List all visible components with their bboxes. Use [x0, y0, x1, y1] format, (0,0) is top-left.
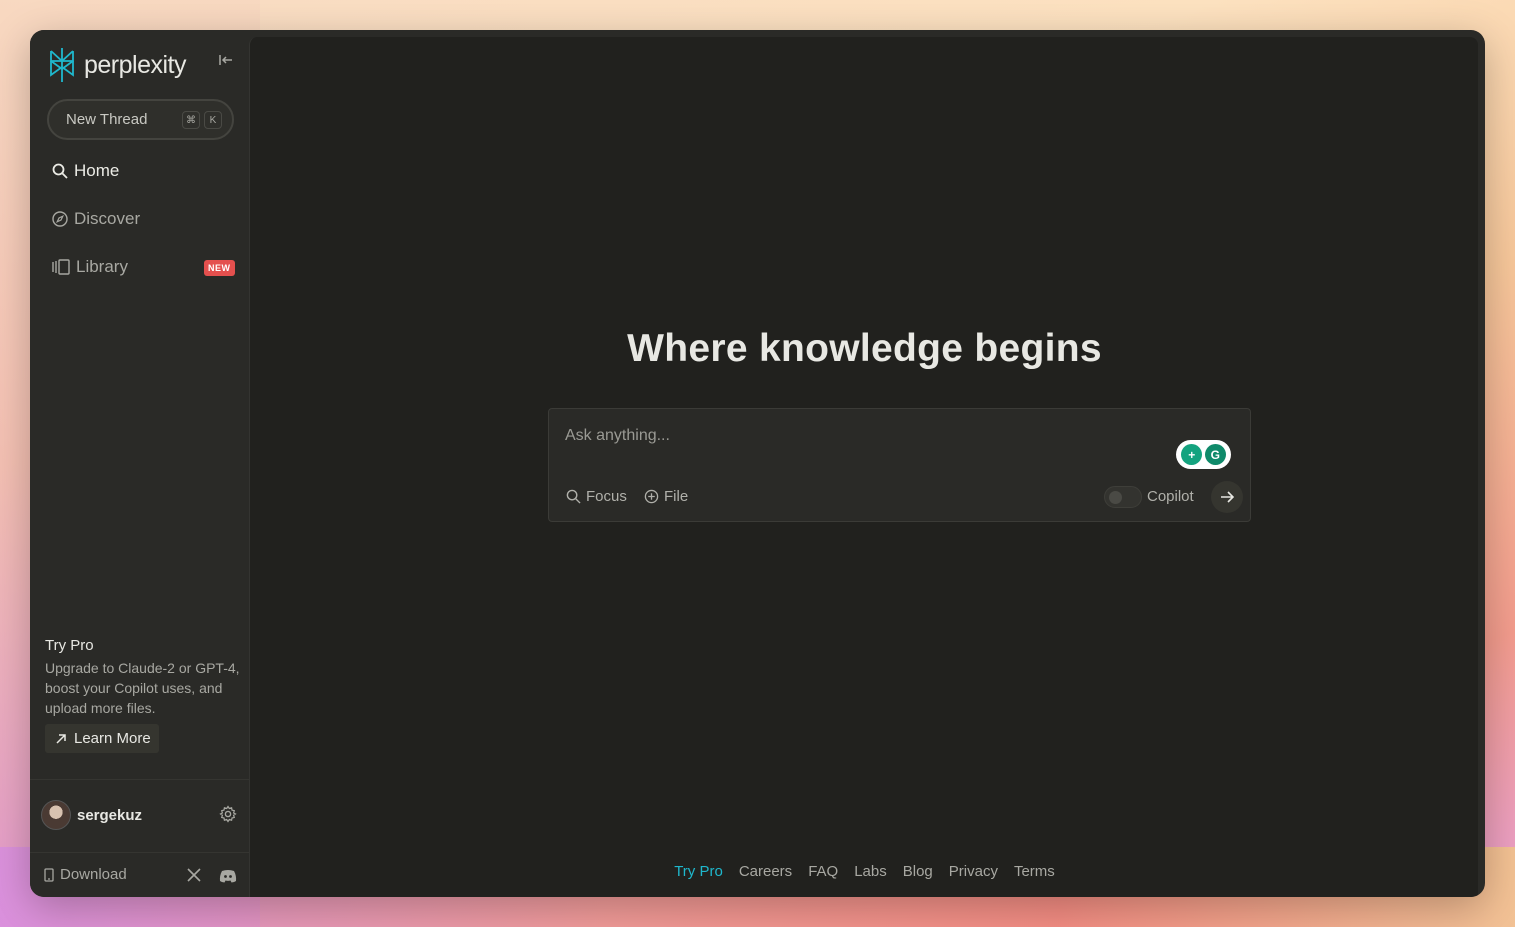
search-input[interactable]: Ask anything...	[565, 427, 670, 445]
grammarly-icon[interactable]: G	[1204, 444, 1226, 465]
footer-links: Try Pro Careers FAQ Labs Blog Privacy Te…	[250, 863, 1479, 880]
collapse-sidebar-button[interactable]	[219, 54, 233, 69]
search-icon	[566, 489, 581, 504]
sidebar-item-discover[interactable]: Discover	[52, 209, 140, 229]
copilot-label: Copilot	[1147, 488, 1194, 505]
footer-link-faq[interactable]: FAQ	[808, 863, 838, 880]
sidebar-item-label: Library	[76, 257, 128, 276]
settings-button[interactable]	[219, 805, 237, 828]
try-pro-promo: Try Pro Upgrade to Claude-2 or GPT-4, bo…	[45, 637, 240, 753]
download-link[interactable]: Download	[44, 866, 127, 883]
discord-icon	[219, 870, 237, 883]
plus-circle-icon	[644, 489, 659, 504]
sidebar-item-label: Home	[74, 161, 120, 180]
perplexity-logo-icon	[50, 48, 74, 82]
discord-link[interactable]	[219, 869, 237, 888]
app-window: perplexity New Thread ⌘ K Home Discover …	[30, 30, 1485, 897]
browser-extension-pill[interactable]: + G	[1176, 440, 1231, 469]
logo[interactable]: perplexity	[48, 47, 187, 83]
sidebar-item-library[interactable]: Library	[52, 257, 128, 277]
learn-more-button[interactable]: Learn More	[45, 724, 159, 753]
extension-icon[interactable]: +	[1181, 444, 1203, 465]
footer-link-privacy[interactable]: Privacy	[949, 863, 998, 880]
arrow-up-right-icon	[56, 733, 66, 744]
footer-link-terms[interactable]: Terms	[1014, 863, 1055, 880]
username: sergekuz	[77, 806, 143, 824]
file-button[interactable]: File	[644, 488, 688, 505]
file-label: File	[664, 488, 689, 505]
promo-title: Try Pro	[45, 637, 94, 654]
page-title: Where knowledge begins	[627, 327, 1102, 370]
divider	[30, 779, 249, 780]
sidebar: perplexity New Thread ⌘ K Home Discover …	[30, 30, 249, 897]
device-icon	[44, 867, 54, 882]
promo-body: Upgrade to Claude-2 or GPT-4, boost your…	[45, 660, 240, 716]
x-logo-icon	[187, 868, 201, 882]
copilot-toggle[interactable]	[1104, 486, 1142, 508]
footer-link-try-pro[interactable]: Try Pro	[674, 863, 723, 880]
gear-icon	[219, 805, 237, 823]
sidebar-item-home[interactable]: Home	[52, 161, 119, 181]
new-thread-button[interactable]: New Thread ⌘ K	[47, 99, 234, 140]
focus-label: Focus	[586, 488, 627, 505]
divider	[30, 852, 249, 853]
avatar	[41, 800, 71, 830]
footer-link-careers[interactable]: Careers	[739, 863, 792, 880]
search-icon	[52, 163, 68, 179]
new-badge: NEW	[204, 260, 235, 276]
footer-link-labs[interactable]: Labs	[854, 863, 887, 880]
learn-more-label: Learn More	[74, 730, 151, 747]
kbd-k: K	[204, 111, 222, 129]
x-twitter-link[interactable]	[187, 868, 201, 886]
user-profile[interactable]: sergekuz	[41, 800, 142, 830]
main-panel: Where knowledge begins Ask anything... +…	[249, 37, 1478, 897]
footer-link-blog[interactable]: Blog	[903, 863, 933, 880]
search-box[interactable]: Ask anything... + G Focus File Copilot	[548, 408, 1251, 522]
toggle-knob	[1109, 491, 1122, 504]
logo-wordmark: perplexity	[84, 50, 187, 79]
library-icon	[52, 259, 70, 275]
compass-icon	[52, 211, 68, 227]
new-thread-label: New Thread	[66, 111, 148, 128]
collapse-icon	[219, 55, 232, 65]
sidebar-item-label: Discover	[74, 209, 141, 228]
download-label: Download	[60, 866, 127, 883]
arrow-right-icon	[1221, 491, 1234, 503]
kbd-cmd: ⌘	[182, 111, 200, 129]
focus-button[interactable]: Focus	[566, 488, 627, 505]
submit-button[interactable]	[1211, 481, 1243, 513]
